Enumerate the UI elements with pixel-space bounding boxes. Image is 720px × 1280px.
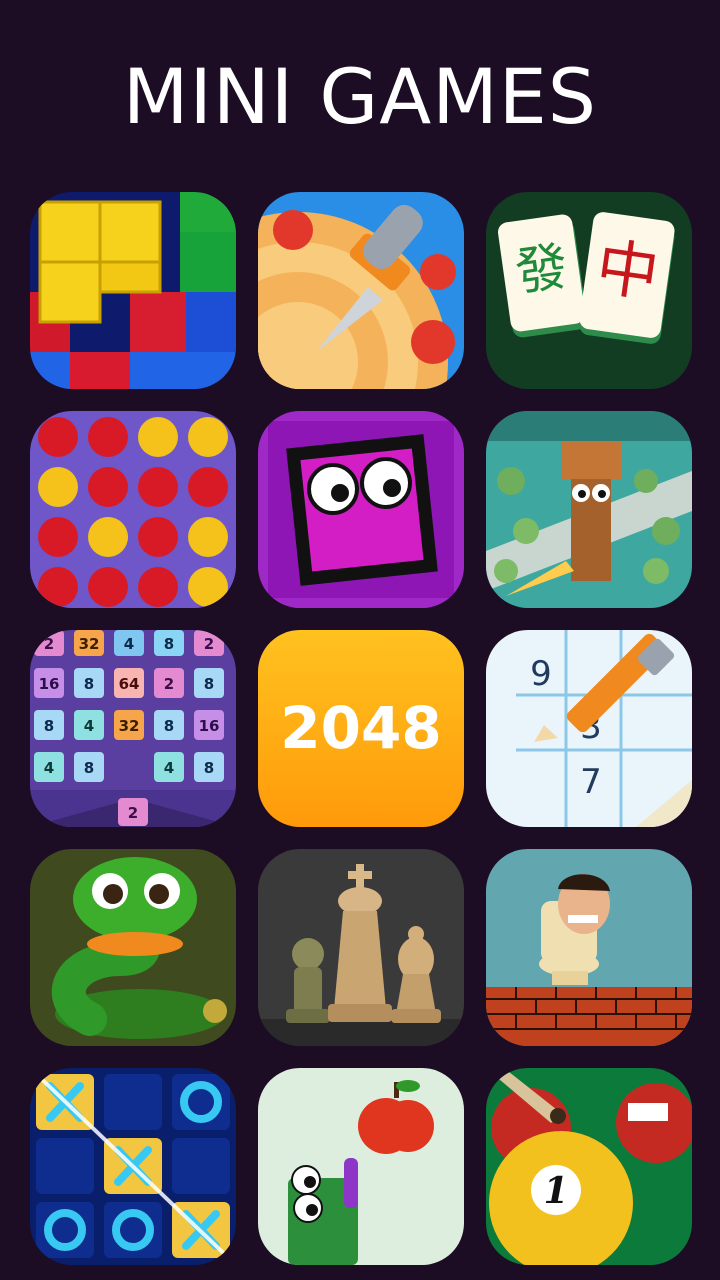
game-tile-2048[interactable]: 2048	[258, 630, 464, 827]
chess-icon	[258, 849, 464, 1046]
game-tile-tower-defense[interactable]	[486, 411, 692, 608]
merge-cell: 4	[44, 759, 54, 777]
merge-cell: 16	[199, 717, 220, 735]
merge-shooter: 2	[128, 804, 138, 822]
merge-cell: 2	[44, 635, 54, 653]
billiards-icon: 1	[486, 1068, 692, 1265]
ball-number: 1	[543, 1170, 568, 1212]
merge-cell: 8	[164, 635, 174, 653]
game-tile-sudoku[interactable]: 9 3 7	[486, 630, 692, 827]
game-tile-block-puzzle[interactable]	[30, 192, 236, 389]
game-tile-mahjong[interactable]: 發 中	[486, 192, 692, 389]
merge-cell: 2	[204, 635, 214, 653]
number-merge-icon: 2 32 4 8 2 16 8 64 2 8 8 4 32 8 16 4 8 4…	[30, 630, 236, 827]
mahjong-glyph-zhong: 中	[592, 230, 664, 311]
merge-cell: 2	[164, 675, 174, 693]
geometry-cube-icon	[258, 411, 464, 608]
merge-cell: 4	[164, 759, 174, 777]
merge-cell: 8	[84, 675, 94, 693]
game-tile-geometry-cube[interactable]	[258, 411, 464, 608]
merge-cell: 64	[119, 675, 140, 693]
snake-apple-icon	[258, 1068, 464, 1265]
snake-icon	[30, 849, 236, 1046]
game-tile-snake[interactable]	[30, 849, 236, 1046]
merge-cell: 8	[44, 717, 54, 735]
game-tile-connect-four[interactable]	[30, 411, 236, 608]
knife-hit-icon	[258, 192, 464, 389]
game-tile-number-merge[interactable]: 2 32 4 8 2 16 8 64 2 8 8 4 32 8 16 4 8 4…	[30, 630, 236, 827]
merge-cell: 8	[164, 717, 174, 735]
game-tile-billiards[interactable]: 1	[486, 1068, 692, 1265]
mahjong-glyph-fa: 發	[512, 237, 572, 304]
2048-label: 2048	[280, 694, 441, 762]
merge-cell: 4	[84, 717, 94, 735]
tic-tac-toe-icon	[30, 1068, 236, 1265]
mahjong-icon: 發 中	[486, 192, 692, 389]
merge-cell: 4	[124, 635, 134, 653]
sudoku-icon: 9 3 7	[486, 630, 692, 827]
merge-cell: 8	[204, 759, 214, 777]
merge-cell: 8	[84, 759, 94, 777]
merge-cell: 8	[204, 675, 214, 693]
connect-four-icon	[30, 411, 236, 608]
sudoku-digit: 7	[580, 762, 602, 802]
block-puzzle-icon	[30, 192, 236, 389]
game-tile-tic-tac-toe[interactable]	[30, 1068, 236, 1265]
merge-cell: 16	[39, 675, 60, 693]
game-tile-toilet-runner[interactable]	[486, 849, 692, 1046]
2048-icon: 2048	[258, 630, 464, 827]
sudoku-digit: 9	[530, 654, 552, 694]
game-tile-chess[interactable]	[258, 849, 464, 1046]
game-tile-snake-apple[interactable]	[258, 1068, 464, 1265]
toilet-runner-icon	[486, 849, 692, 1046]
tower-defense-icon	[486, 411, 692, 608]
game-tile-knife-hit[interactable]	[258, 192, 464, 389]
merge-cell: 32	[79, 635, 100, 653]
page-title: MINI GAMES	[122, 52, 598, 141]
games-grid: 發 中 2 32 4 8 2 16 8 64 2 8 8 4 32 8 16 4…	[30, 192, 692, 1265]
merge-cell: 32	[119, 717, 140, 735]
